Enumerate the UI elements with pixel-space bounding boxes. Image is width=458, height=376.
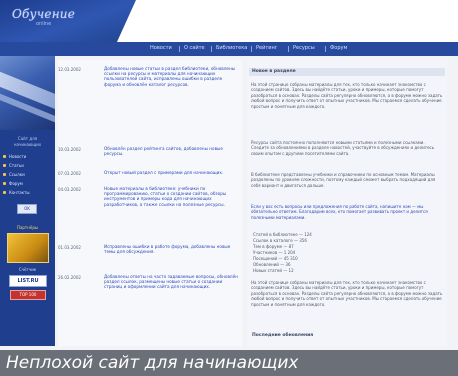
nav-link-about[interactable]: О сайте bbox=[184, 45, 208, 52]
nav-link-rating[interactable]: Рейтинг bbox=[256, 45, 284, 52]
sidebar-item-links[interactable]: Ссылки bbox=[3, 170, 53, 179]
counter-banner[interactable]: LIST.RU bbox=[9, 275, 47, 287]
news-item: 12.03.2002 Добавлены новые статьи в разд… bbox=[58, 66, 242, 146]
paragraph: Ресурсы сайта постоянно пополняются новы… bbox=[251, 140, 435, 156]
stats-list: Статей в библиотеке — 124 Ссылок в катал… bbox=[253, 232, 373, 274]
sidebar-item-label: Новости bbox=[9, 154, 27, 159]
section-title: Новое в разделе bbox=[249, 68, 445, 76]
news-link[interactable]: Новые материалы в библиотеке: учебники п… bbox=[104, 186, 240, 240]
bullet-icon bbox=[3, 173, 6, 176]
sidebar-caption: Сайт для начинающих bbox=[13, 136, 42, 147]
news-item: 07.03.2002 Открыт новый раздел с примера… bbox=[58, 170, 242, 186]
nav-separator bbox=[288, 46, 289, 52]
news-link[interactable]: Добавлены ответы на часто задаваемые воп… bbox=[104, 274, 240, 342]
news-date: 12.03.2002 bbox=[58, 67, 81, 72]
nav-separator bbox=[179, 46, 180, 52]
news-column: 12.03.2002 Добавлены новые статьи в разд… bbox=[58, 60, 242, 346]
sidebar-item-label: Ссылки bbox=[9, 172, 25, 177]
sidebar-item-contacts[interactable]: Контакты bbox=[3, 188, 53, 197]
bullet-icon bbox=[3, 155, 6, 158]
sidebar-item-forum[interactable]: Форум bbox=[3, 179, 53, 188]
site-header: Обучение online bbox=[0, 0, 458, 42]
sidebar-item-label: Форум bbox=[9, 181, 23, 186]
image-caption: Неплохой сайт для начинающих bbox=[6, 353, 299, 373]
left-sidebar: Сайт для начинающих Новости Статьи Ссылк… bbox=[0, 56, 55, 346]
nav-separator bbox=[325, 46, 326, 52]
news-item: 26.02.2002 Добавлены ответы на часто зад… bbox=[58, 274, 242, 344]
caption-bar: Неплохой сайт для начинающих bbox=[0, 350, 458, 376]
sidebar-item-news[interactable]: Новости bbox=[3, 152, 53, 161]
bullet-icon bbox=[3, 191, 6, 194]
sidebar-item-articles[interactable]: Статьи bbox=[3, 161, 53, 170]
nav-link-resources[interactable]: Ресурсы bbox=[293, 45, 321, 52]
sidebar-item-label: Контакты bbox=[9, 190, 30, 195]
news-link[interactable]: Открыт новый раздел с примерами для начи… bbox=[104, 170, 240, 184]
sidebar-ok-button[interactable]: OK bbox=[17, 204, 37, 214]
news-date: 01.03.2002 bbox=[58, 245, 81, 250]
news-date: 07.03.2002 bbox=[58, 171, 81, 176]
news-link[interactable]: Обновлён раздел рейтинга сайтов, добавле… bbox=[104, 146, 240, 166]
news-date: 10.03.2002 bbox=[58, 147, 81, 152]
nav-link-news[interactable]: Новости bbox=[150, 45, 176, 52]
partner-banner[interactable] bbox=[7, 233, 49, 263]
news-date: 04.03.2002 bbox=[58, 187, 81, 192]
nav-separator bbox=[251, 46, 252, 52]
counter-label: Счётчик bbox=[18, 267, 37, 272]
paragraph: Если у вас есть вопросы или предложения … bbox=[251, 204, 428, 220]
news-date: 26.02.2002 bbox=[58, 275, 81, 280]
site-logo-subtitle: online bbox=[36, 21, 52, 27]
sidebar-image bbox=[0, 56, 55, 130]
partners-label: Партнёры bbox=[16, 225, 39, 230]
bullet-icon bbox=[3, 164, 6, 167]
screenshot-frame: Обучение online Новости О сайте Библиоте… bbox=[0, 0, 458, 376]
nav-separator bbox=[211, 46, 212, 52]
news-item: 10.03.2002 Обновлён раздел рейтинга сайт… bbox=[58, 146, 242, 168]
intro-paragraph: На этой странице собраны материалы для т… bbox=[251, 82, 443, 109]
news-link[interactable]: Добавлены новые статьи в раздел библиоте… bbox=[104, 66, 240, 144]
top-nav: Новости О сайте Библиотека Рейтинг Ресур… bbox=[0, 42, 458, 56]
nav-link-library[interactable]: Библиотека bbox=[216, 45, 248, 52]
top100-banner[interactable]: TOP 100 bbox=[10, 290, 46, 300]
sidebar-item-label: Статьи bbox=[9, 163, 24, 168]
news-item: 01.03.2002 Исправлены ошибки в работе фо… bbox=[58, 244, 242, 270]
news-link[interactable]: Исправлены ошибки в работе форума, добав… bbox=[104, 244, 240, 268]
bullet-icon bbox=[3, 182, 6, 185]
nav-link-forum[interactable]: Форум bbox=[330, 45, 356, 52]
sidebar-menu: Новости Статьи Ссылки Форум Контакты bbox=[3, 152, 53, 197]
paragraph: На этой странице собраны материалы для т… bbox=[251, 280, 443, 307]
paragraph: В библиотеке представлены учебники и спр… bbox=[251, 172, 436, 188]
main-content: Новое в разделе На этой странице собраны… bbox=[247, 60, 447, 346]
stat-row: Новых статей — 12 bbox=[253, 268, 294, 273]
news-item: 04.03.2002 Новые материалы в библиотеке:… bbox=[58, 186, 242, 242]
section-title: Последние обновления bbox=[252, 333, 314, 338]
